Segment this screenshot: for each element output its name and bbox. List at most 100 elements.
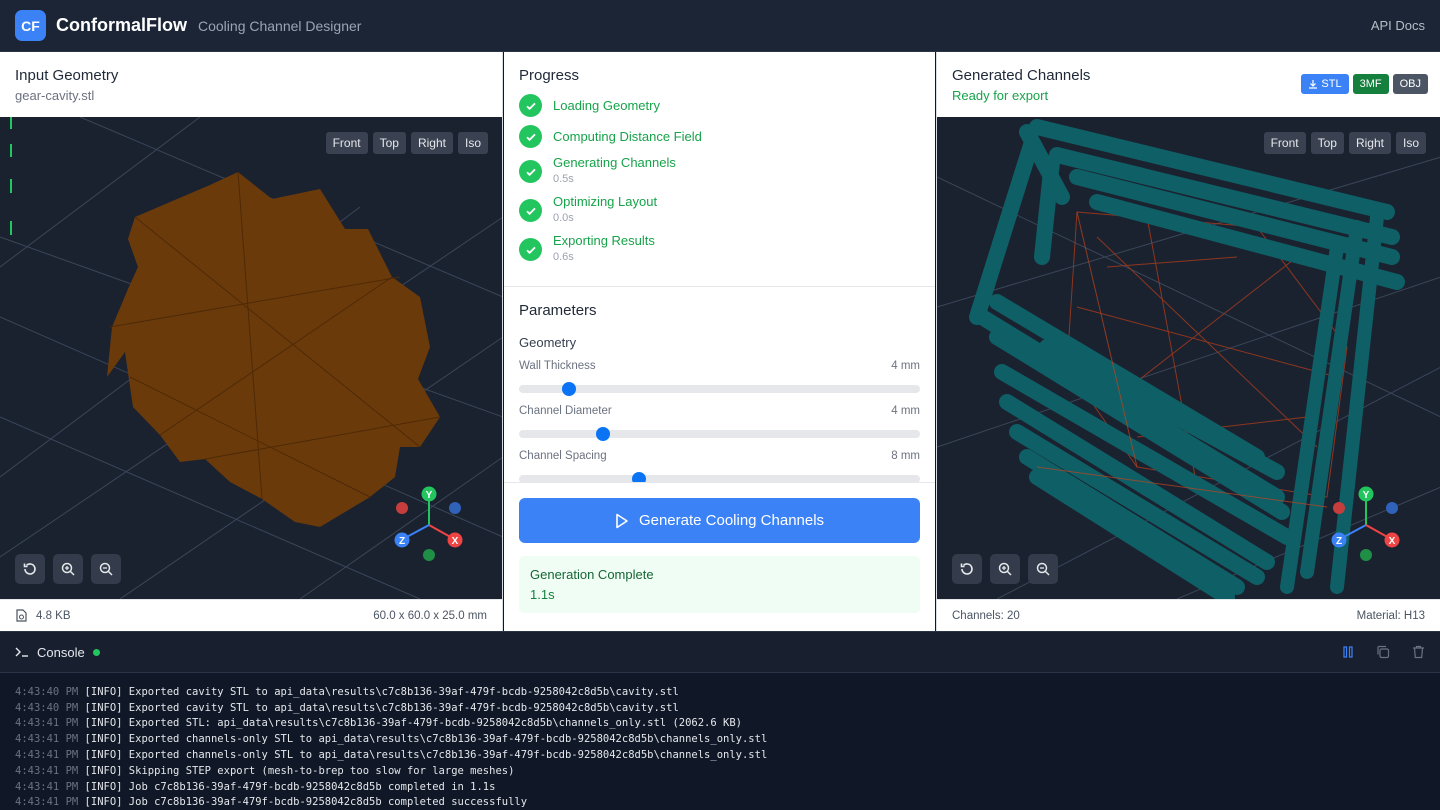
view-right-button[interactable]: Right — [410, 132, 453, 154]
view-top-button[interactable]: Top — [1310, 132, 1344, 154]
step-generating-channels: Generating Channels 0.5s — [519, 154, 920, 185]
gizmo-x-label: X — [1389, 536, 1396, 547]
console-actions — [1342, 645, 1425, 659]
generate-button[interactable]: Generate Cooling Channels — [519, 498, 920, 543]
zoom-out-icon — [1036, 562, 1050, 576]
log-line: 4:43:40 PM [INFO] Exported cavity STL to… — [15, 685, 679, 698]
gizmo-z-label: Z — [1336, 536, 1342, 547]
reset-view-button[interactable] — [952, 554, 982, 584]
model-dimensions: 60.0 x 60.0 x 25.0 mm — [373, 609, 487, 622]
view-front-button[interactable]: Front — [1263, 132, 1306, 154]
step-label: Loading Geometry — [553, 98, 660, 113]
app-logo[interactable]: CF — [15, 10, 46, 41]
output-view-controls — [952, 554, 1058, 584]
trash-icon[interactable] — [1412, 645, 1425, 659]
check-icon — [519, 199, 542, 222]
reset-icon — [960, 563, 973, 575]
view-top-button[interactable]: Top — [372, 132, 406, 154]
slider-thumb[interactable] — [562, 382, 577, 396]
input-viewport[interactable]: Front Top Right Iso Y X Z — [0, 117, 502, 599]
input-view-controls — [15, 554, 121, 584]
check-icon — [519, 94, 542, 117]
param-value: 4 mm — [891, 360, 920, 372]
app-header: CF ConformalFlow Cooling Channel Designe… — [0, 0, 1440, 52]
console-log: 4:43:40 PM [INFO] Exported cavity STL to… — [0, 669, 1440, 810]
view-front-button[interactable]: Front — [325, 132, 368, 154]
generation-status: Generation Complete 1.1s — [519, 556, 920, 613]
gear-cavity-mesh — [107, 171, 441, 527]
file-size: 4.8 KB — [36, 609, 71, 622]
channel-spacing-slider[interactable] — [519, 472, 920, 482]
console-panel: Console 4:43:40 PM [INFO] Exported cavit… — [0, 631, 1440, 810]
channel-spacing-param: Channel Spacing 8 mm — [519, 450, 920, 482]
log-line: 4:43:41 PM [INFO] Job c7c8b136-39af-479f… — [15, 796, 528, 809]
zoom-out-button[interactable] — [91, 554, 121, 584]
generation-time: 1.1s — [530, 587, 555, 602]
param-value: 8 mm — [891, 450, 920, 462]
api-docs-link[interactable]: API Docs — [1371, 18, 1425, 33]
check-icon — [519, 160, 542, 183]
generate-button-label: Generate Cooling Channels — [638, 512, 825, 529]
zoom-in-button[interactable] — [53, 554, 83, 584]
log-line: 4:43:41 PM [INFO] Exported channels-only… — [15, 733, 768, 746]
gizmo-y-label: Y — [426, 490, 433, 501]
console-status-dot — [92, 648, 100, 656]
step-label: Generating Channels — [553, 155, 676, 170]
log-line: 4:43:41 PM [INFO] Exported channels-only… — [15, 748, 768, 761]
step-time: 0.6s — [553, 251, 574, 263]
view-iso-button[interactable]: Iso — [1395, 132, 1426, 154]
terminal-icon — [15, 647, 28, 657]
play-icon — [616, 513, 628, 528]
slider-thumb[interactable] — [632, 472, 647, 482]
channel-diameter-slider[interactable] — [519, 427, 920, 441]
pause-icon[interactable] — [1342, 646, 1354, 658]
view-iso-button[interactable]: Iso — [457, 132, 488, 154]
slider-thumb[interactable] — [596, 427, 611, 441]
log-line: 4:43:40 PM [INFO] Exported cavity STL to… — [15, 701, 679, 714]
reset-view-button[interactable] — [15, 554, 45, 584]
console-header: Console — [0, 632, 1440, 673]
zoom-out-button[interactable] — [1028, 554, 1058, 584]
export-3mf-button[interactable]: 3MF — [1352, 74, 1389, 94]
input-panel-title: Input Geometry — [15, 67, 119, 84]
input-panel-header: Input Geometry gear-cavity.stl — [0, 52, 502, 117]
wall-thickness-slider[interactable] — [519, 382, 920, 396]
view-right-button[interactable]: Right — [1348, 132, 1391, 154]
output-panel-header: Generated Channels Ready for export STL … — [937, 52, 1440, 117]
channel-diameter-param: Channel Diameter 4 mm — [519, 405, 920, 441]
generated-channels-panel: Generated Channels Ready for export STL … — [936, 52, 1440, 631]
step-time: 0.0s — [553, 212, 574, 224]
zoom-in-icon — [61, 562, 75, 576]
zoom-in-icon — [998, 562, 1012, 576]
export-stl-button[interactable]: STL — [1301, 74, 1349, 94]
step-loading-geometry: Loading Geometry — [519, 94, 920, 117]
axis-gizmo[interactable]: Y X Z — [388, 485, 468, 565]
export-buttons: STL 3MF OBJ — [1301, 74, 1428, 94]
output-view-buttons: Front Top Right Iso — [1263, 132, 1426, 154]
download-icon — [1309, 80, 1318, 89]
step-label: Computing Distance Field — [553, 129, 702, 144]
progress-title: Progress — [519, 67, 580, 84]
axis-gizmo[interactable]: Y X Z — [1325, 485, 1405, 565]
copy-icon[interactable] — [1376, 645, 1390, 659]
input-view-buttons: Front Top Right Iso — [325, 132, 488, 154]
check-icon — [519, 238, 542, 261]
export-obj-button[interactable]: OBJ — [1392, 74, 1428, 94]
step-time: 0.5s — [553, 173, 574, 185]
generation-status-title: Generation Complete — [530, 567, 654, 582]
wall-thickness-param: Wall Thickness 4 mm — [519, 360, 920, 396]
check-icon — [519, 125, 542, 148]
app-subtitle: Cooling Channel Designer — [198, 17, 362, 34]
console-title: Console — [37, 644, 85, 660]
parameter-group-title: Geometry — [519, 335, 577, 350]
material-label: Material: H13 — [1356, 609, 1425, 622]
zoom-in-button[interactable] — [990, 554, 1020, 584]
reset-icon — [23, 563, 36, 575]
app-name: ConformalFlow — [56, 15, 187, 35]
control-panel: Progress Loading Geometry Computing Dist… — [504, 52, 935, 631]
step-label: Optimizing Layout — [553, 194, 658, 209]
parameters-title: Parameters — [519, 302, 597, 319]
output-viewport[interactable]: Front Top Right Iso Y X Z — [937, 117, 1440, 599]
param-value: 4 mm — [891, 405, 920, 417]
step-exporting-results: Exporting Results 0.6s — [519, 232, 920, 263]
